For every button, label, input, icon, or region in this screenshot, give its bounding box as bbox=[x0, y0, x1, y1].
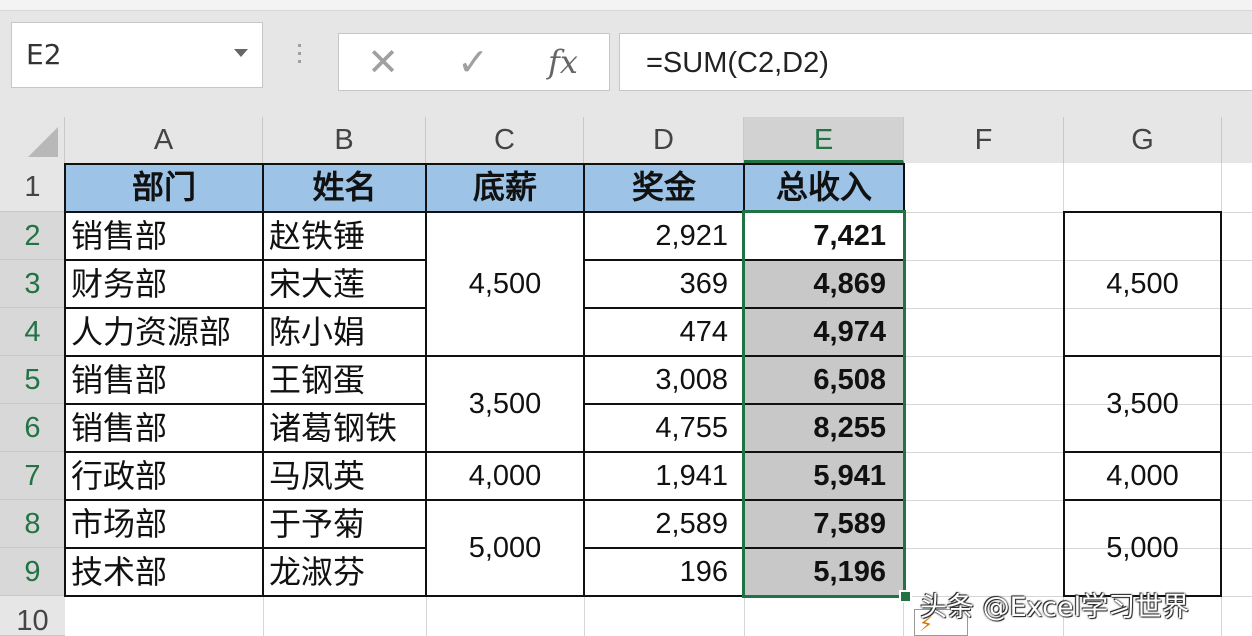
column-header-c[interactable]: C bbox=[426, 117, 584, 163]
table-border bbox=[64, 403, 426, 405]
cell-base-salary-merged[interactable]: 3,500 bbox=[426, 356, 584, 452]
formula-text: =SUM(C2,D2) bbox=[646, 47, 829, 79]
cell-department[interactable]: 销售部 bbox=[65, 356, 263, 404]
cell-bonus[interactable]: 369 bbox=[584, 260, 744, 308]
cell-base-salary-merged[interactable]: 4,500 bbox=[426, 212, 584, 356]
column-header-g[interactable]: G bbox=[1064, 117, 1222, 163]
cell-name[interactable]: 赵铁锤 bbox=[263, 212, 426, 260]
column-header-f[interactable]: F bbox=[904, 117, 1064, 163]
g-border bbox=[1063, 499, 1222, 501]
cell-name[interactable]: 陈小娟 bbox=[263, 308, 426, 356]
gridline bbox=[263, 596, 264, 636]
worksheet-grid[interactable]: A B C D E F G 1 2 3 4 5 6 7 8 9 10 部门 姓名… bbox=[0, 117, 1252, 636]
fill-handle[interactable] bbox=[899, 590, 912, 603]
row-header-10[interactable]: 10 bbox=[0, 596, 65, 636]
column-header-a[interactable]: A bbox=[65, 117, 263, 163]
table-border bbox=[425, 163, 427, 597]
g-border bbox=[1063, 211, 1065, 597]
header-cell-base-salary[interactable]: 底薪 bbox=[426, 163, 584, 212]
header-cell-total-income[interactable]: 总收入 bbox=[744, 163, 904, 212]
row-header-8[interactable]: 8 bbox=[0, 500, 65, 548]
cell-g-merged[interactable]: 3,500 bbox=[1064, 356, 1221, 452]
cell-name[interactable]: 于予菊 bbox=[263, 500, 426, 548]
formula-bar-buttons: ✕ ✓ fx bbox=[338, 33, 610, 91]
header-cell-bonus[interactable]: 奖金 bbox=[584, 163, 744, 212]
column-header-e[interactable]: E bbox=[744, 117, 904, 163]
table-border bbox=[262, 163, 264, 597]
gridline bbox=[744, 596, 745, 636]
name-box-dropdown-icon[interactable] bbox=[234, 49, 248, 57]
g-border bbox=[1063, 451, 1222, 453]
cell-bonus[interactable]: 2,589 bbox=[584, 500, 744, 548]
cell-name[interactable]: 宋大莲 bbox=[263, 260, 426, 308]
row-header-9[interactable]: 9 bbox=[0, 548, 65, 596]
enter-icon[interactable]: ✓ bbox=[443, 34, 503, 90]
insert-function-icon[interactable]: fx bbox=[533, 34, 593, 90]
column-header-d[interactable]: D bbox=[584, 117, 744, 163]
formula-bar-grip-icon[interactable] bbox=[296, 44, 304, 76]
g-border bbox=[1063, 355, 1222, 357]
cell-department[interactable]: 销售部 bbox=[65, 404, 263, 452]
column-header-b[interactable]: B bbox=[263, 117, 426, 163]
cell-name[interactable]: 龙淑芬 bbox=[263, 548, 426, 596]
cell-department[interactable]: 技术部 bbox=[65, 548, 263, 596]
cell-department[interactable]: 人力资源部 bbox=[65, 308, 263, 356]
row-header-1[interactable]: 1 bbox=[0, 163, 65, 212]
cell-g-merged[interactable]: 5,000 bbox=[1064, 500, 1221, 596]
cell-department[interactable]: 市场部 bbox=[65, 500, 263, 548]
table-border bbox=[64, 547, 426, 549]
header-cell-department[interactable]: 部门 bbox=[65, 163, 263, 212]
table-border bbox=[64, 259, 426, 261]
table-border bbox=[583, 163, 585, 597]
row-header-7[interactable]: 7 bbox=[0, 452, 65, 500]
watermark: 头条 @Excel学习世界 bbox=[920, 592, 1190, 623]
cell-name[interactable]: 诸葛钢铁 bbox=[263, 404, 426, 452]
selection-range bbox=[742, 210, 906, 598]
formula-input[interactable]: =SUM(C2,D2) bbox=[619, 33, 1252, 91]
cell-name[interactable]: 马凤英 bbox=[263, 452, 426, 500]
cell-bonus[interactable]: 4,755 bbox=[584, 404, 744, 452]
cell-bonus[interactable]: 1,941 bbox=[584, 452, 744, 500]
cell-base-salary[interactable]: 4,000 bbox=[426, 452, 584, 500]
row-header-3[interactable]: 3 bbox=[0, 260, 65, 308]
row-header-4[interactable]: 4 bbox=[0, 308, 65, 356]
name-box-value: E2 bbox=[26, 38, 62, 71]
row-header-2[interactable]: 2 bbox=[0, 212, 65, 260]
cell-department[interactable]: 财务部 bbox=[65, 260, 263, 308]
cell-g[interactable]: 4,000 bbox=[1064, 452, 1221, 500]
row-header-5[interactable]: 5 bbox=[0, 356, 65, 404]
cancel-icon[interactable]: ✕ bbox=[353, 34, 413, 90]
table-border bbox=[64, 163, 905, 165]
cell-bonus[interactable]: 3,008 bbox=[584, 356, 744, 404]
cell-base-salary-merged[interactable]: 5,000 bbox=[426, 500, 584, 596]
cell-g-merged[interactable]: 4,500 bbox=[1064, 212, 1221, 356]
table-border bbox=[64, 307, 426, 309]
row-header-6[interactable]: 6 bbox=[0, 404, 65, 452]
cell-name[interactable]: 王钢蛋 bbox=[263, 356, 426, 404]
g-border bbox=[1220, 211, 1222, 597]
g-border bbox=[1063, 211, 1222, 213]
cell-bonus[interactable]: 196 bbox=[584, 548, 744, 596]
cell-bonus[interactable]: 474 bbox=[584, 308, 744, 356]
cell-department[interactable]: 销售部 bbox=[65, 212, 263, 260]
select-all-corner[interactable] bbox=[0, 117, 65, 163]
column-header-h[interactable] bbox=[1222, 117, 1252, 163]
header-cell-name[interactable]: 姓名 bbox=[263, 163, 426, 212]
gridline bbox=[584, 596, 585, 636]
table-border bbox=[64, 163, 66, 597]
cell-bonus[interactable]: 2,921 bbox=[584, 212, 744, 260]
cell-department[interactable]: 行政部 bbox=[65, 452, 263, 500]
window-top-strip bbox=[0, 0, 1252, 11]
gridline bbox=[426, 596, 427, 636]
name-box[interactable]: E2 bbox=[11, 22, 263, 88]
